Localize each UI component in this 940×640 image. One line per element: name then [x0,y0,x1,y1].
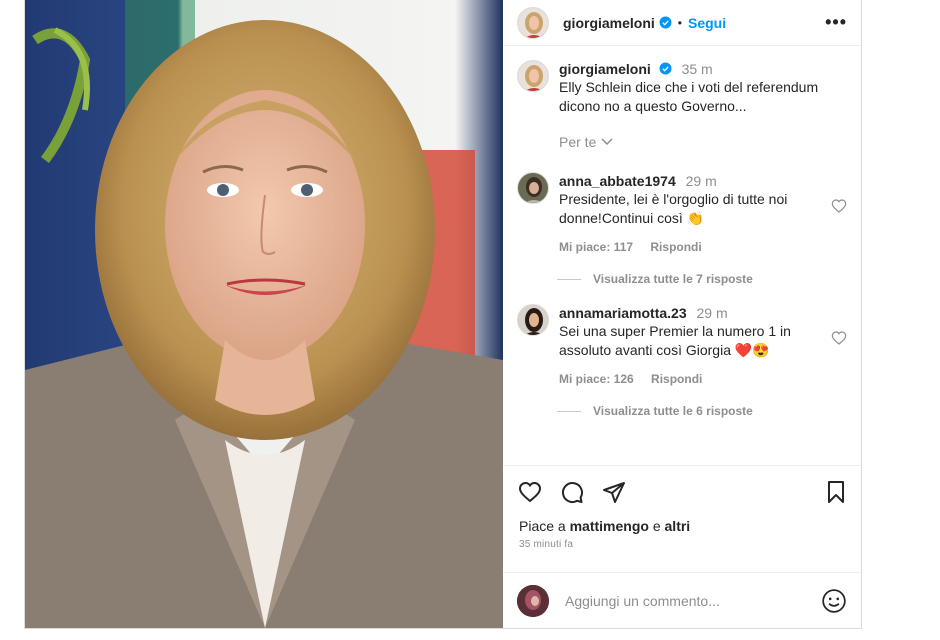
comment-likes[interactable]: Mi piace: 126 [559,372,634,386]
comment-meta: Mi piace: 117 Rispondi [559,240,823,254]
emoji-button[interactable] [821,588,847,614]
current-user-avatar [517,584,549,617]
action-bar [503,465,861,517]
comment-filter-dropdown[interactable]: Per te [559,134,614,150]
comment-text: Sei una super Premier la numero 1 in ass… [559,323,791,358]
heart-icon[interactable] [831,198,847,214]
liked-by-others[interactable]: altri [665,518,691,534]
replies-divider [557,278,581,280]
commenter-avatar[interactable] [517,172,549,204]
comment-likes[interactable]: Mi piace: 117 [559,240,633,254]
view-replies-button[interactable]: Visualizza tutte le 7 risposte [557,272,847,286]
more-options-icon[interactable]: ••• [825,12,847,33]
bookmark-icon [828,480,844,503]
view-replies-label: Visualizza tutte le 7 risposte [593,272,753,286]
share-icon [603,481,625,503]
liked-by: Piace a mattimengo e altri [503,517,861,535]
add-comment-bar [503,572,861,628]
caption-avatar[interactable] [517,60,549,92]
replies-divider [557,410,581,412]
share-button[interactable] [601,480,627,504]
caption-text: Elly Schlein dice che i voti del referen… [559,79,819,114]
reply-button[interactable]: Rispondi [650,240,701,254]
reply-button[interactable]: Rispondi [651,372,702,386]
commenter-avatar[interactable] [517,304,549,336]
comment-username[interactable]: anna_abbate1974 [559,173,676,189]
post-timestamp[interactable]: 35 minuti fa [503,535,861,550]
instagram-post: giorgiameloni • Segui ••• giorgiameloni … [24,0,862,629]
follow-button[interactable]: Segui [688,15,726,31]
emoji-icon [822,588,846,613]
liked-by-user[interactable]: mattimengo [570,518,649,534]
view-replies-label: Visualizza tutte le 6 risposte [593,404,753,418]
post-photo[interactable] [25,0,503,628]
comments-section[interactable]: giorgiameloni 35 m Elly Schlein dice che… [503,46,861,465]
author-avatar[interactable] [517,6,549,39]
verified-badge-icon [659,62,672,75]
comment-item: annamariamotta.23 29 m Sei una super Pre… [517,304,847,386]
post-header: giorgiameloni • Segui ••• [503,0,861,46]
view-replies-button[interactable]: Visualizza tutte le 6 risposte [557,404,847,418]
separator-dot: • [677,15,682,30]
comment-username[interactable]: annamariamotta.23 [559,305,687,321]
author-username[interactable]: giorgiameloni [563,15,655,31]
comment-button[interactable] [559,480,585,504]
post-sidebar: giorgiameloni • Segui ••• giorgiameloni … [503,0,861,628]
comment-filter-label: Per te [559,134,597,150]
caption: giorgiameloni 35 m Elly Schlein dice che… [517,60,847,152]
comment-meta: Mi piace: 126 Rispondi [559,372,823,386]
caption-username[interactable]: giorgiameloni [559,61,651,77]
post-photo-image [25,0,503,628]
heart-icon [518,481,542,502]
liked-by-mid: e [652,518,661,534]
liked-by-prefix: Piace a [519,518,566,534]
verified-badge-icon [659,16,672,29]
chevron-down-icon [601,138,613,146]
save-button[interactable] [825,480,847,504]
comment-time: 29 m [696,305,728,321]
like-button[interactable] [517,480,543,504]
add-comment-input[interactable] [565,592,821,609]
comment-time: 29 m [685,173,717,189]
heart-icon[interactable] [831,330,847,346]
comment-text: Presidente, lei è l'orgoglio di tutte no… [559,191,788,226]
caption-time: 35 m [681,61,713,77]
comment-icon [562,481,583,503]
comment-item: anna_abbate1974 29 m Presidente, lei è l… [517,172,847,254]
